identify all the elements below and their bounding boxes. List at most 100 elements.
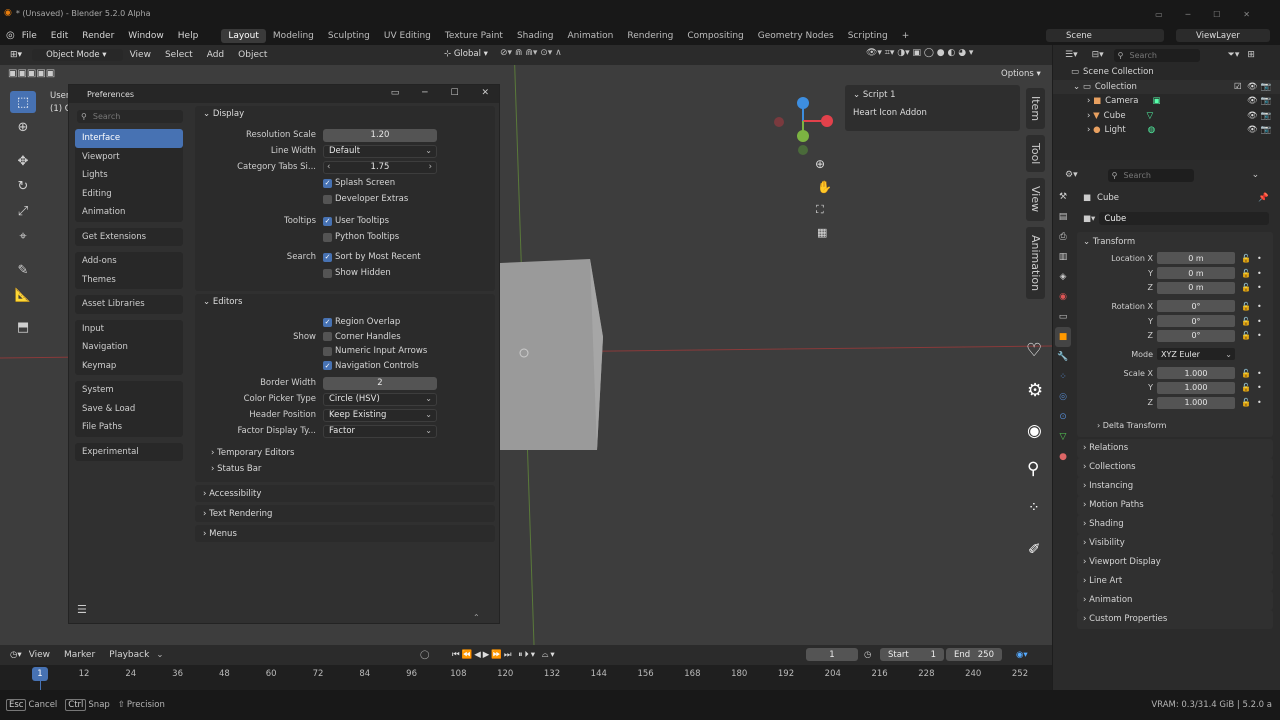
material-props-icon[interactable]: ● — [1055, 447, 1071, 467]
playback-controls[interactable]: ⏮⏪◀▶⏩⏭ ⏸⏵▾ ⌓▾ — [452, 650, 557, 660]
particles-props-icon[interactable]: ⁘ — [1055, 367, 1071, 387]
tab-texture-paint[interactable]: Texture Paint — [438, 29, 510, 43]
header-position-dropdown[interactable]: Keep Existing ⌄ — [323, 408, 437, 422]
outliner-item-light[interactable]: › ● Light ◍ 👁 📷 — [1053, 123, 1280, 138]
text-rendering-panel[interactable]: › Text Rendering — [195, 505, 495, 522]
add-workspace-button[interactable]: + — [895, 29, 917, 43]
shading-mode-icons[interactable]: 👁▾ ⌗▾ ◑▾ ▣ ◯ ● ◐ ◕ ▾ — [866, 48, 973, 58]
collection-props-icon[interactable]: ▭ — [1055, 307, 1071, 327]
nav-editing[interactable]: Editing — [75, 185, 183, 204]
rotate-tool-icon[interactable]: ↻ — [10, 175, 36, 197]
viewport-menu-object[interactable]: Object — [231, 50, 274, 60]
lock-icon[interactable]: 🔓 — [1241, 283, 1251, 292]
tab-uv-editing[interactable]: UV Editing — [377, 29, 438, 43]
scale-tool-icon[interactable]: ⤢ — [10, 200, 36, 222]
nav-file-paths[interactable]: File Paths — [75, 418, 183, 437]
annotate-tool-icon[interactable]: ✎ — [10, 259, 36, 281]
camera-toggles[interactable]: 👁 📷 — [1247, 96, 1271, 106]
transform-tool-icon[interactable]: ⌖ — [10, 225, 36, 247]
cube-toggles[interactable]: 👁 📷 — [1247, 111, 1271, 121]
render-props-icon[interactable]: ▤ — [1055, 207, 1071, 227]
resolution-scale-field[interactable]: 1.20 — [323, 128, 437, 142]
custom-properties-section[interactable]: › Custom Properties — [1077, 609, 1273, 629]
lock-icon[interactable]: 🔓 — [1241, 269, 1251, 278]
keyframe-dot-icon[interactable]: • — [1257, 383, 1262, 392]
sort-recent-checkbox[interactable]: ✓ Sort by Most Recent — [323, 252, 421, 262]
viewport-menu-select[interactable]: Select — [158, 50, 200, 60]
nav-asset-libraries[interactable]: Asset Libraries — [75, 295, 183, 314]
keyframe-dot-icon[interactable]: • — [1257, 254, 1262, 263]
increment-icon[interactable]: › — [429, 162, 432, 172]
modifier-props-icon[interactable]: 🔧 — [1055, 347, 1071, 367]
nav-animation[interactable]: Animation — [75, 203, 183, 222]
rotation-z-field[interactable]: 0° — [1157, 329, 1235, 342]
zoom-icon[interactable]: ⊕ — [815, 157, 825, 171]
camera-view-icon[interactable]: ⛶ — [816, 203, 824, 217]
user-tooltips-checkbox[interactable]: ✓ User Tooltips — [323, 216, 389, 226]
select-mode-icons[interactable]: ▣▣▣▣▣ — [8, 68, 55, 79]
preferences-window-controls[interactable]: ▭ ─ ☐ ✕ — [391, 88, 489, 98]
measure-tool-icon[interactable]: 📐 — [10, 284, 36, 306]
scale-x-field[interactable]: 1.000 — [1157, 367, 1235, 380]
rotation-x-field[interactable]: 0° — [1157, 300, 1235, 313]
filter-icon[interactable]: ⏷▾ — [1228, 50, 1240, 60]
sidebar-panel-header[interactable]: ⌄ Script 1 — [845, 85, 1020, 105]
mode-dropdown[interactable]: Object Mode ▾ — [32, 49, 123, 61]
tab-modeling[interactable]: Modeling — [266, 29, 321, 43]
window-controls[interactable]: ▭ ─ ☐ ✕ — [1155, 10, 1250, 19]
navigation-controls-checkbox[interactable]: ✓ Navigation Controls — [323, 361, 419, 371]
eye-icon[interactable]: ◉ — [1027, 421, 1042, 441]
tool-props-icon[interactable]: ⚒ — [1055, 187, 1071, 207]
properties-search[interactable]: ⚲ Search — [1107, 168, 1194, 182]
visibility-section[interactable]: › Visibility — [1077, 533, 1273, 553]
location-x-field[interactable]: 0 m — [1157, 252, 1235, 265]
cursor-tool-icon[interactable]: ⊕ — [10, 116, 36, 138]
chevron-down-icon[interactable]: ⌄ — [1252, 170, 1260, 180]
keyframe-dot-icon[interactable]: • — [1257, 283, 1262, 292]
hamburger-menu-icon[interactable]: ☰ — [77, 603, 87, 616]
object-props-icon[interactable]: ■ — [1055, 327, 1071, 347]
viewport-display-section[interactable]: › Viewport Display — [1077, 552, 1273, 572]
scene-selector[interactable]: Scene — [1046, 29, 1164, 42]
shading-section[interactable]: › Shading — [1077, 514, 1273, 534]
tab-animation-sidebar[interactable]: Animation — [1026, 226, 1045, 299]
end-frame-field[interactable]: End 250 — [946, 648, 1002, 661]
transform-panel-header[interactable]: ⌄ Transform — [1077, 232, 1273, 251]
rotation-mode-dropdown[interactable]: XYZ Euler ⌄ — [1157, 348, 1235, 361]
nav-interface[interactable]: Interface — [75, 129, 183, 148]
display-panel-header[interactable]: ⌄ Display — [195, 106, 495, 122]
add-cube-tool-icon[interactable]: ⬒ — [10, 316, 36, 338]
tab-rendering[interactable]: Rendering — [620, 29, 680, 43]
nav-get-extensions[interactable]: Get Extensions — [75, 228, 183, 247]
animation-section[interactable]: › Animation — [1077, 590, 1273, 610]
status-bar-subpanel[interactable]: › Status Bar — [195, 461, 495, 477]
keyframe-dot-icon[interactable]: • — [1257, 398, 1262, 407]
editor-type-icon[interactable]: ☰▾ — [1065, 50, 1078, 60]
heart-icon[interactable]: ♡ — [1026, 340, 1042, 361]
timeline-menu-view[interactable]: View — [22, 650, 57, 660]
grid-view-icon[interactable]: ▦ — [817, 226, 827, 239]
light-toggles[interactable]: 👁 📷 — [1247, 125, 1271, 135]
view-layer-props-icon[interactable]: ▥ — [1055, 247, 1071, 267]
nav-input[interactable]: Input — [75, 320, 183, 339]
options-button[interactable]: Options ▾ — [1001, 69, 1041, 79]
factor-display-dropdown[interactable]: Factor ⌄ — [323, 424, 437, 438]
pivot-snap-icons[interactable]: ⊘▾ ⋒ ⋒▾ ⊙▾ ∧ — [500, 48, 562, 58]
accessibility-panel[interactable]: › Accessibility — [195, 485, 495, 502]
tab-shading[interactable]: Shading — [510, 29, 561, 43]
pin-icon[interactable]: 📌 — [1258, 193, 1269, 203]
color-picker-dropdown[interactable]: Circle (HSV) ⌄ — [323, 392, 437, 406]
blender-menu-icon[interactable]: ◎ — [6, 30, 15, 41]
line-width-dropdown[interactable]: Default ⌄ — [323, 144, 437, 158]
menu-file[interactable]: File — [15, 31, 44, 41]
move-tool-icon[interactable]: ✥ — [10, 150, 36, 172]
nav-system[interactable]: System — [75, 381, 183, 400]
timeline-menu-marker[interactable]: Marker — [57, 650, 102, 660]
decrement-icon[interactable]: ‹ — [327, 162, 330, 172]
tab-sculpting[interactable]: Sculpting — [321, 29, 377, 43]
magnifier-icon[interactable]: ⚲ — [1027, 459, 1039, 479]
select-box-tool-icon[interactable]: ⬚ — [10, 91, 36, 113]
record-icon[interactable]: ◯ — [420, 650, 430, 660]
line-art-section[interactable]: › Line Art — [1077, 571, 1273, 591]
lock-icon[interactable]: 🔓 — [1241, 331, 1251, 340]
